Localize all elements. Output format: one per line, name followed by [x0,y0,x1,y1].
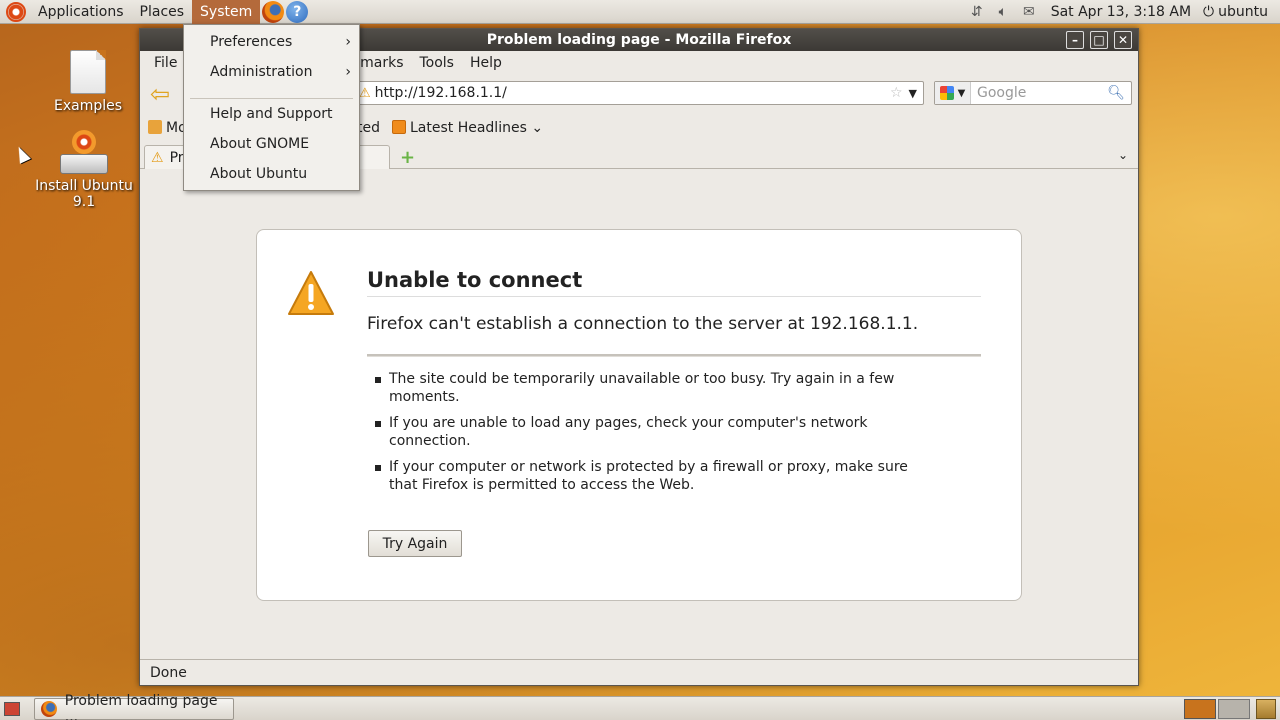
user-name: ubuntu [1218,4,1268,20]
installer-icon [58,130,110,174]
chevron-down-icon: ⌄ [531,120,544,136]
search-input[interactable]: Google [971,85,1107,101]
error-box: Unable to connect Firefox can't establis… [256,229,1022,601]
url-text[interactable]: http://192.168.1.1/ [375,85,890,101]
applications-menu[interactable]: Applications [30,0,132,24]
taskbar-firefox-button[interactable]: Problem loading page ... [34,693,234,720]
list-item: If your computer or network is protected… [367,458,927,494]
minimize-button[interactable]: – [1066,31,1084,49]
desktop-icon-install-ubuntu[interactable]: Install Ubuntu 9.1 [24,130,144,210]
warning-icon: ⚠ [151,149,164,166]
search-engine-selector[interactable]: ▼ [935,82,971,104]
warning-icon [288,271,334,315]
workspace-1[interactable] [1184,699,1216,719]
taskbar-label: Problem loading page ... [64,693,218,720]
close-button[interactable]: ✕ [1114,31,1132,49]
folder-document-icon [70,50,106,94]
menu-item-preferences[interactable]: Preferences › [184,29,359,55]
chevron-down-icon[interactable]: ▼ [909,87,917,100]
places-menu[interactable]: Places [132,0,193,24]
google-icon [939,86,954,100]
menu-help[interactable]: Help [462,55,510,71]
chevron-down-icon: ▼ [957,87,966,99]
menu-item-help-support[interactable]: Help and Support [184,101,359,127]
chevron-right-icon: › [345,34,351,50]
error-title: Unable to connect [367,268,981,297]
desktop-icon-label: Install Ubuntu 9.1 [35,178,133,210]
volume-icon[interactable]: 🔈︎ [999,4,1007,20]
star-icon[interactable]: ☆ [890,85,903,101]
system-menu[interactable]: System [192,0,261,24]
help-launcher-icon[interactable]: ? [286,0,309,23]
firefox-icon [41,701,57,717]
menu-item-about-gnome[interactable]: About GNOME [184,131,359,157]
search-icon[interactable]: 🔍︎ [1107,85,1125,101]
panel-tray: ⇵ 🔈︎ ✉ Sat Apr 13, 3:18 AM ⏻ ubuntu [963,0,1280,24]
network-icon[interactable]: ⇵ [971,4,983,20]
try-again-button[interactable]: Try Again [368,530,462,557]
system-dropdown-menu: Preferences › Administration › Help and … [183,24,360,191]
status-text: Done [150,664,187,681]
trash-icon[interactable] [1256,699,1276,719]
error-suggestions: The site could be temporarily unavailabl… [367,370,927,502]
user-menu[interactable]: ⏻ ubuntu [1203,4,1268,20]
chevron-right-icon: › [345,64,351,80]
list-item: The site could be temporarily unavailabl… [367,370,927,406]
desktop-icon-label: Examples [53,98,123,114]
bookmark-icon [148,120,162,134]
show-desktop-icon[interactable] [4,701,20,716]
menu-file[interactable]: File [146,55,185,71]
error-message: Firefox can't establish a connection to … [367,314,919,334]
bookmark-latest-headlines[interactable]: Latest Headlines ⌄ [391,120,544,136]
warning-icon: ⚠ [359,85,371,101]
power-icon: ⏻ [1203,4,1215,20]
clock[interactable]: Sat Apr 13, 3:18 AM [1051,4,1191,20]
status-bar: Done [140,659,1138,685]
maximize-button[interactable]: □ [1090,31,1108,49]
page-content: Unable to connect Firefox can't establis… [140,177,1138,659]
mail-icon[interactable]: ✉ [1023,4,1035,20]
bookmark-most-visited[interactable]: Mo [148,120,187,136]
ubuntu-logo-icon[interactable] [6,1,26,22]
divider [367,354,981,357]
url-bar[interactable]: ⚠ http://192.168.1.1/ ☆ ▼ [354,81,924,105]
chevron-down-icon[interactable]: ⌄ [1118,148,1128,162]
top-panel: Applications Places System ? ⇵ 🔈︎ ✉ Sat … [0,0,1280,24]
menu-item-about-ubuntu[interactable]: About Ubuntu [184,161,359,187]
window-title: Problem loading page - Mozilla Firefox [486,32,792,48]
back-arrow-icon[interactable]: ⇦ [146,80,174,108]
workspace-2[interactable] [1218,699,1250,719]
menu-item-administration[interactable]: Administration › [184,59,359,85]
menu-tools[interactable]: Tools [411,55,462,71]
rss-icon [391,120,406,134]
bottom-panel: Problem loading page ... [0,693,1280,720]
list-item: If you are unable to load any pages, che… [367,414,927,450]
firefox-launcher-icon[interactable] [262,0,285,23]
search-box[interactable]: ▼ Google 🔍︎ [934,81,1132,105]
menu-separator [190,98,353,99]
desktop-icon-examples[interactable]: Examples [28,50,148,114]
new-tab-icon[interactable]: + [400,147,415,168]
